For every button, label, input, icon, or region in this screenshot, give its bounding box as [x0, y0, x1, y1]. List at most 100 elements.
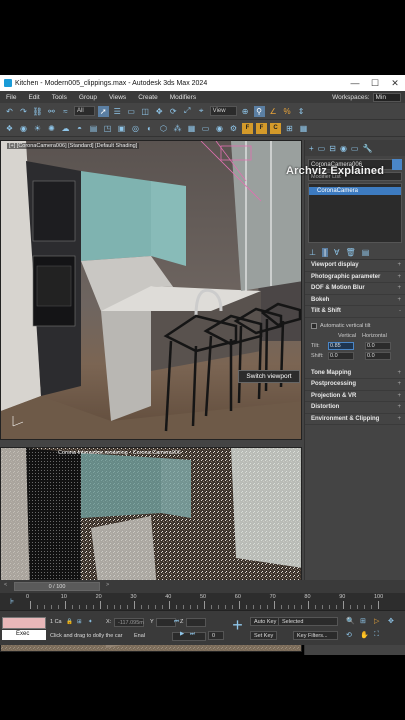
link-icon[interactable]: ⛓ [32, 106, 43, 117]
place-icon[interactable]: ⌖ [196, 106, 207, 117]
rollout-photographic[interactable]: Photographic parameter + [305, 272, 405, 283]
select-by-name-icon[interactable]: ☰ [112, 106, 123, 117]
scatter-icon[interactable]: ⁂ [172, 123, 183, 134]
menu-create[interactable]: Create [132, 94, 164, 101]
track-bar[interactable]: ⊧ 0 10 20 30 40 50 60 70 80 90 100 [0, 593, 405, 611]
field-of-view-icon[interactable]: ▷ [374, 617, 379, 625]
layer-icon[interactable]: ◉ [18, 123, 29, 134]
menu-modifiers[interactable]: Modifiers [164, 94, 202, 101]
stack-item-corona-camera[interactable]: CoronaCamera [309, 187, 401, 195]
grid-field[interactable] [172, 632, 206, 641]
render-icon[interactable]: ◎ [130, 123, 141, 134]
mini-curve-editor-icon[interactable]: ⊧ [10, 597, 14, 606]
minimize-button[interactable]: — [345, 78, 365, 88]
rectangular-selection-icon[interactable]: ▭ [126, 106, 137, 117]
corona-toolbar-f-icon[interactable]: F [242, 122, 253, 134]
settings-icon[interactable]: ⚙ [228, 123, 239, 134]
select-object-icon[interactable]: ➚ [97, 105, 109, 117]
modify-tab-icon[interactable]: ▭ [318, 144, 326, 153]
rollout-projection-vr[interactable]: Projection & VR + [305, 391, 405, 402]
fog-icon[interactable]: ☁ [60, 123, 71, 134]
rollout-bokeh[interactable]: Bokeh + [305, 295, 405, 306]
menu-file[interactable]: File [0, 94, 22, 101]
percent-snap-icon[interactable]: % [282, 106, 293, 117]
lock-selection-icon[interactable]: 🔒 [66, 619, 73, 625]
menu-tools[interactable]: Tools [46, 94, 73, 101]
z-coordinate-field[interactable] [186, 618, 206, 627]
scene-explorer-icon[interactable]: ❖ [4, 123, 15, 134]
material-editor-icon[interactable]: ▤ [88, 123, 99, 134]
viewport-camera[interactable]: [+] [CoronaCamera006] [Standard] [Defaul… [0, 140, 302, 440]
object-color-swatch[interactable] [392, 159, 402, 170]
walk-icon[interactable]: ✋ [360, 631, 369, 639]
exec-field[interactable]: Exec [2, 630, 46, 640]
rollout-dof-motion-blur[interactable]: DOF & Motion Blur + [305, 283, 405, 295]
window-crossing-icon[interactable]: ◫ [140, 106, 151, 117]
view-icon[interactable]: ◉ [214, 123, 225, 134]
remove-modifier-icon[interactable]: 🗑 [346, 248, 356, 257]
scale-icon[interactable]: ⤢ [182, 106, 193, 117]
bind-spacewarp-icon[interactable]: ≈ [60, 106, 71, 117]
motion-tab-icon[interactable]: ◉ [340, 144, 347, 153]
menu-group[interactable]: Group [73, 94, 103, 101]
make-unique-icon[interactable]: ∀ [334, 248, 339, 257]
angle-snap-icon[interactable]: ∠ [268, 106, 279, 117]
show-end-result-icon[interactable]: | [321, 248, 329, 257]
maximize-button[interactable]: ☐ [365, 78, 385, 89]
pivot-icon[interactable]: ⊕ [240, 106, 251, 117]
rollout-viewport-display[interactable]: Viewport display + [305, 260, 405, 272]
tilt-vertical-spinner[interactable]: 0.85 [328, 341, 354, 350]
proxy-icon[interactable]: ⬡ [158, 123, 169, 134]
configure-sets-icon[interactable]: ▤ [362, 248, 370, 257]
teapot-icon[interactable]: ◓ [74, 123, 85, 134]
selected-dropdown[interactable]: Selected [278, 617, 338, 626]
render-setup-icon[interactable]: ◳ [102, 123, 113, 134]
add-time-tag-icon[interactable]: + [229, 616, 246, 634]
snap-toggle-icon[interactable]: ⚲ [253, 105, 265, 117]
switch-viewport-button[interactable]: Switch viewport [238, 370, 300, 383]
play-icon[interactable]: ▶ [180, 631, 184, 637]
selection-filter-dropdown[interactable]: All [74, 106, 95, 116]
x-coordinate-field[interactable]: -117.095m [114, 618, 144, 627]
zoom-all-icon[interactable]: ⊞ [360, 617, 366, 625]
auto-key-button[interactable]: Auto Key [250, 617, 281, 626]
unlink-icon[interactable]: ⚯ [46, 106, 57, 117]
workspaces-dropdown[interactable]: Min [372, 92, 401, 102]
set-key-button[interactable]: Set Key [250, 631, 278, 640]
key-filters-button[interactable]: Key Filters... [293, 631, 338, 640]
display-tab-icon[interactable]: ▭ [351, 144, 359, 153]
camera-icon[interactable]: ▭ [200, 123, 211, 134]
sun-icon[interactable]: ✺ [46, 123, 57, 134]
maxscript-listener[interactable] [2, 617, 46, 629]
orbit-icon[interactable]: ⟲ [346, 631, 352, 639]
time-next-icon[interactable]: > [106, 582, 109, 588]
zoom-icon[interactable]: 🔍 [346, 617, 355, 625]
reference-coordinate-dropdown[interactable]: View [209, 106, 237, 116]
tilt-horizontal-spinner[interactable]: 0.0 [365, 341, 391, 350]
transform-mode-icon[interactable]: ⊞ [77, 619, 82, 625]
menu-views[interactable]: Views [103, 94, 132, 101]
undo-icon[interactable]: ↶ [4, 106, 15, 117]
render-frame-icon[interactable]: ▣ [116, 123, 127, 134]
redo-icon[interactable]: ↷ [18, 106, 29, 117]
spinner-snap-icon[interactable]: ⇕ [296, 106, 307, 117]
isolate-icon[interactable]: ✦ [88, 619, 93, 625]
current-frame-field[interactable]: 0 [208, 631, 224, 640]
close-button[interactable]: ✕ [385, 78, 405, 89]
shift-horizontal-spinner[interactable]: 0.0 [365, 351, 391, 360]
corona-render-icon[interactable]: ◐ [144, 123, 155, 134]
y-coordinate-field[interactable] [156, 618, 176, 627]
pan-icon[interactable]: ✥ [388, 617, 394, 625]
rollout-distortion[interactable]: Distortion + [305, 402, 405, 414]
rollout-tone-mapping[interactable]: Tone Mapping + [305, 368, 405, 379]
create-tab-icon[interactable]: + [309, 144, 314, 153]
menu-edit[interactable]: Edit [22, 94, 45, 101]
go-to-start-icon[interactable]: ⏮ [174, 619, 179, 626]
rollout-postprocessing[interactable]: Postprocessing + [305, 379, 405, 391]
region-icon[interactable]: ⊞ [284, 123, 295, 134]
pin-stack-icon[interactable]: ⊥ [309, 248, 316, 257]
auto-vertical-tilt-checkbox[interactable] [311, 322, 317, 329]
corona-toolbar-cf-icon[interactable]: F [256, 122, 267, 134]
rotate-icon[interactable]: ⟳ [168, 106, 179, 117]
utilities-tab-icon[interactable]: 🔧 [362, 144, 372, 153]
